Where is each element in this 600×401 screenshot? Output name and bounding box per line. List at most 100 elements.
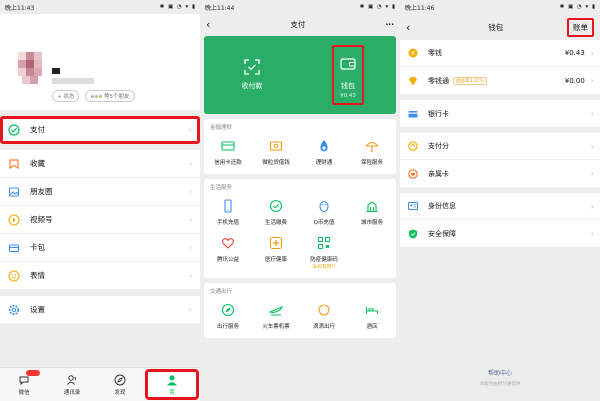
chevron-right-icon: ›	[188, 243, 192, 252]
tab-me[interactable]: 我	[145, 369, 199, 400]
compass-icon	[221, 303, 235, 317]
medical-cross-icon	[269, 236, 283, 250]
service-loan[interactable]: 微粒贷借钱	[252, 135, 300, 172]
droplet-icon	[320, 140, 328, 152]
back-icon[interactable]: ‹	[406, 21, 410, 34]
bottom-tab-bar: 微信 通讯录 发现 我	[0, 367, 200, 401]
row-change[interactable]: ¥ 零钱 ¥0.43 ›	[400, 40, 600, 67]
service-insurance[interactable]: 保险服务	[348, 135, 396, 172]
row-bank-card[interactable]: 银行卡 ›	[400, 100, 600, 127]
tab-contacts[interactable]: 通讯录	[48, 368, 96, 401]
row-licaitong[interactable]: 零钱通 收益率2.35% ¥0.00 ›	[400, 67, 600, 94]
menu-item-favorites[interactable]: 收藏 ›	[0, 150, 200, 178]
service-label: 理财通	[315, 160, 333, 166]
chevron-right-icon: ›	[590, 48, 594, 58]
promo-text: 3k好友用户	[312, 265, 336, 270]
menu-item-moments[interactable]: 朋友圈 ›	[0, 178, 200, 206]
tab-chats[interactable]: 微信	[0, 368, 48, 401]
more-button[interactable]: ···	[385, 20, 394, 29]
credit-card-icon	[221, 141, 235, 151]
section-title: 金融理财	[210, 125, 233, 131]
status-icons: ✱ ▣ ◔ ▾ ▮	[159, 4, 196, 10]
back-icon[interactable]: ‹	[206, 18, 210, 31]
menu-item-settings[interactable]: 设置 ›	[0, 296, 200, 324]
row-identity[interactable]: 身份信息 ›	[400, 193, 600, 220]
help-center-link[interactable]: 帮助中心	[400, 368, 600, 377]
service-didi[interactable]: 滴滴出行	[300, 299, 348, 336]
diamond-icon	[409, 76, 417, 85]
service-qcoin[interactable]: Q币充值	[300, 195, 348, 232]
pay-icon	[8, 123, 20, 136]
pay-card: 收付款 钱包 ¥0.43	[204, 36, 396, 114]
chevron-right-icon: ›	[590, 201, 594, 211]
friends-chip-label: 等5个朋友	[104, 94, 130, 100]
menu-item-stickers[interactable]: 表情 ›	[0, 262, 200, 290]
service-licaitong[interactable]: 理财通	[300, 135, 348, 172]
friend-avatars	[90, 93, 103, 99]
chevron-right-icon: ›	[188, 159, 192, 168]
wechat-id-blurred	[52, 78, 94, 84]
friends-status-chip[interactable]: 等5个朋友	[85, 90, 135, 102]
row-label: 零钱	[428, 49, 442, 57]
chevron-right-icon: ›	[590, 141, 594, 151]
service-health[interactable]: 医疗健康	[252, 232, 300, 276]
receive-pay-button[interactable]: 收付款	[204, 59, 300, 91]
service-city[interactable]: 城市服务	[348, 195, 396, 232]
status-time: 晚上11:46	[405, 4, 435, 12]
service-credit-card[interactable]: 信用卡还款	[204, 135, 252, 172]
tab-discover[interactable]: 发现	[96, 368, 144, 401]
building-icon	[366, 201, 378, 213]
menu-item-cards[interactable]: 卡包 ›	[0, 234, 200, 262]
service-hotel[interactable]: 酒店	[348, 299, 396, 336]
wallet-amount: ¥0.43	[340, 93, 356, 99]
chevron-right-icon: ›	[188, 187, 192, 196]
service-label: 滴滴出行	[312, 324, 335, 330]
licaitong-balance: ¥0.00	[564, 76, 585, 85]
didi-icon	[318, 304, 330, 316]
service-utilities[interactable]: 生活缴费	[252, 195, 300, 232]
page-title: 钱包	[488, 22, 504, 32]
menu-item-channels[interactable]: 视频号 ›	[0, 206, 200, 234]
heart-icon	[221, 238, 235, 249]
service-health-code[interactable]: 防疫健康码 3k好友用户	[300, 232, 348, 276]
chevron-right-icon: ›	[590, 169, 594, 178]
profile-header[interactable]: + 状态 等5个朋友	[0, 14, 200, 110]
chevron-right-icon: ›	[188, 215, 192, 224]
menu-item-label: 设置	[30, 305, 45, 314]
row-family-card[interactable]: 亲属卡 ›	[400, 160, 600, 187]
service-charity[interactable]: 腾讯公益	[204, 232, 252, 276]
service-label: 生活缴费	[264, 220, 287, 226]
nav-bar: ‹ 支付 ···	[200, 14, 400, 34]
umbrella-icon	[365, 141, 379, 153]
id-icon	[408, 201, 418, 211]
service-label: 保险服务	[360, 160, 383, 166]
wallet-entry[interactable]: 钱包 ¥0.43	[300, 45, 396, 105]
scan-qr-icon	[244, 59, 260, 75]
menu-item-label: 朋友圈	[30, 187, 53, 196]
status-icons: ✱ ▣ ◔ ▾ ▮	[559, 4, 596, 10]
avatar[interactable]	[18, 52, 46, 88]
service-mobile-topup[interactable]: 手机充值	[204, 195, 252, 232]
row-pay-score[interactable]: 支付分 ›	[400, 133, 600, 160]
service-label: 防疫健康码	[310, 257, 338, 263]
wallet-highlight[interactable]: 钱包 ¥0.43	[332, 45, 364, 105]
nav-bar: ‹ 钱包 账单	[400, 14, 600, 40]
service-label: 腾讯公益	[216, 257, 239, 263]
row-label: 身份信息	[428, 202, 456, 210]
family-card-icon	[408, 168, 418, 179]
service-label: 酒店	[366, 324, 378, 330]
grid-empty-slot	[348, 232, 396, 276]
leaf-check-icon	[269, 199, 283, 213]
compass-icon	[114, 374, 126, 385]
wallet-label: 钱包	[341, 82, 355, 90]
finance-section: 金融理财 信用卡还款 微粒贷借钱 理财通 保险服务	[204, 119, 396, 174]
service-tickets[interactable]: 火车票机票	[252, 299, 300, 336]
phone-icon	[224, 199, 232, 213]
menu-item-pay[interactable]: 支付 ›	[0, 116, 200, 144]
service-travel[interactable]: 出行服务	[204, 299, 252, 336]
person-icon	[167, 374, 177, 385]
tab-label: 微信	[18, 389, 30, 396]
add-status-button[interactable]: + 状态	[52, 90, 80, 102]
row-security[interactable]: 安全保障 ›	[400, 220, 600, 247]
bill-button[interactable]: 账单	[567, 17, 594, 37]
